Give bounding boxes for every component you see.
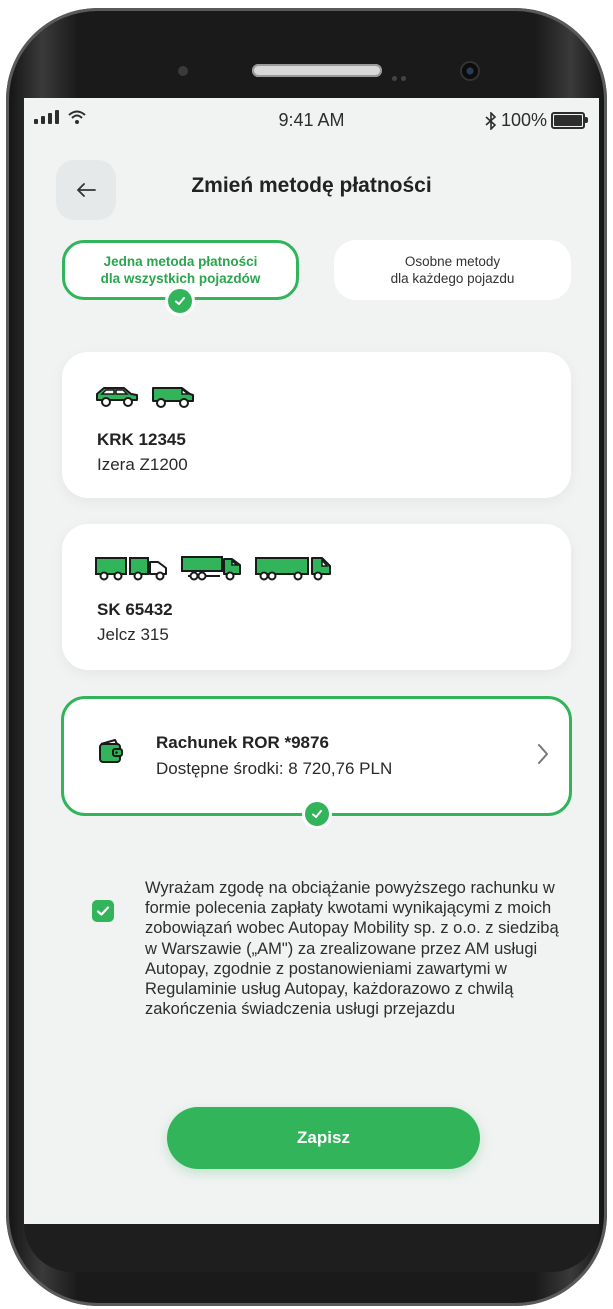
front-camera-icon [462, 63, 478, 79]
vehicle-icons [94, 384, 196, 408]
battery-percent: 100% [500, 110, 547, 130]
wallet-icon [99, 739, 123, 763]
account-selected-check-icon [305, 802, 329, 826]
selected-check-icon [168, 289, 192, 313]
option-separate-line1: Osobne metody [404, 254, 501, 269]
vehicle-card: KRK 12345 Izera Z1200 [62, 352, 571, 498]
vehicle-plate: KRK 12345 [97, 430, 186, 449]
consent-text: Wyrażam zgodę na obciążanie powyższego r… [145, 879, 559, 1019]
status-right: 100% [485, 110, 588, 131]
proximity-sensor [178, 66, 188, 76]
save-button[interactable]: Zapisz [167, 1107, 480, 1169]
vehicle-model: Jelcz 315 [97, 625, 169, 644]
semi-truck-icon [181, 556, 241, 581]
vehicle-icons [94, 554, 334, 582]
vehicle-plate: SK 65432 [97, 600, 173, 619]
account-name: Rachunek ROR *9876 [156, 733, 329, 752]
vehicle-model: Izera Z1200 [97, 455, 188, 474]
account-balance: Dostępne środki: 8 720,76 PLN [156, 759, 393, 778]
tractor-trailer-icon [255, 557, 331, 581]
option-separate-line2: dla każdego pojazdu [390, 271, 515, 286]
bottom-bezel [24, 1224, 599, 1272]
page-title: Zmień metodę płatności [191, 174, 432, 197]
earpiece-speaker [252, 64, 382, 77]
chevron-right-icon[interactable] [537, 743, 549, 765]
app-screen: 9:41 AM 100% Zmień metodę płatności Jedn… [24, 98, 599, 1224]
option-single-line2: dla wszystkich pojazdów [100, 271, 261, 286]
option-single-line1: Jedna metoda płatności [103, 254, 258, 269]
payment-account-card[interactable]: Rachunek ROR *9876 Dostępne środki: 8 72… [61, 696, 572, 816]
option-separate-methods[interactable]: Osobne metody dla każdego pojazdu [334, 240, 571, 300]
battery-icon [551, 112, 588, 129]
consent-checkbox[interactable] [92, 900, 114, 922]
status-bar: 9:41 AM 100% [24, 98, 599, 142]
checkmark-icon [96, 906, 110, 916]
truck-trailer-icon [95, 557, 167, 581]
vehicle-card: SK 65432 Jelcz 315 [62, 524, 571, 670]
van-icon [152, 387, 194, 408]
bluetooth-icon [485, 111, 497, 130]
car-icon [96, 387, 138, 407]
speaker-dots [392, 68, 422, 81]
